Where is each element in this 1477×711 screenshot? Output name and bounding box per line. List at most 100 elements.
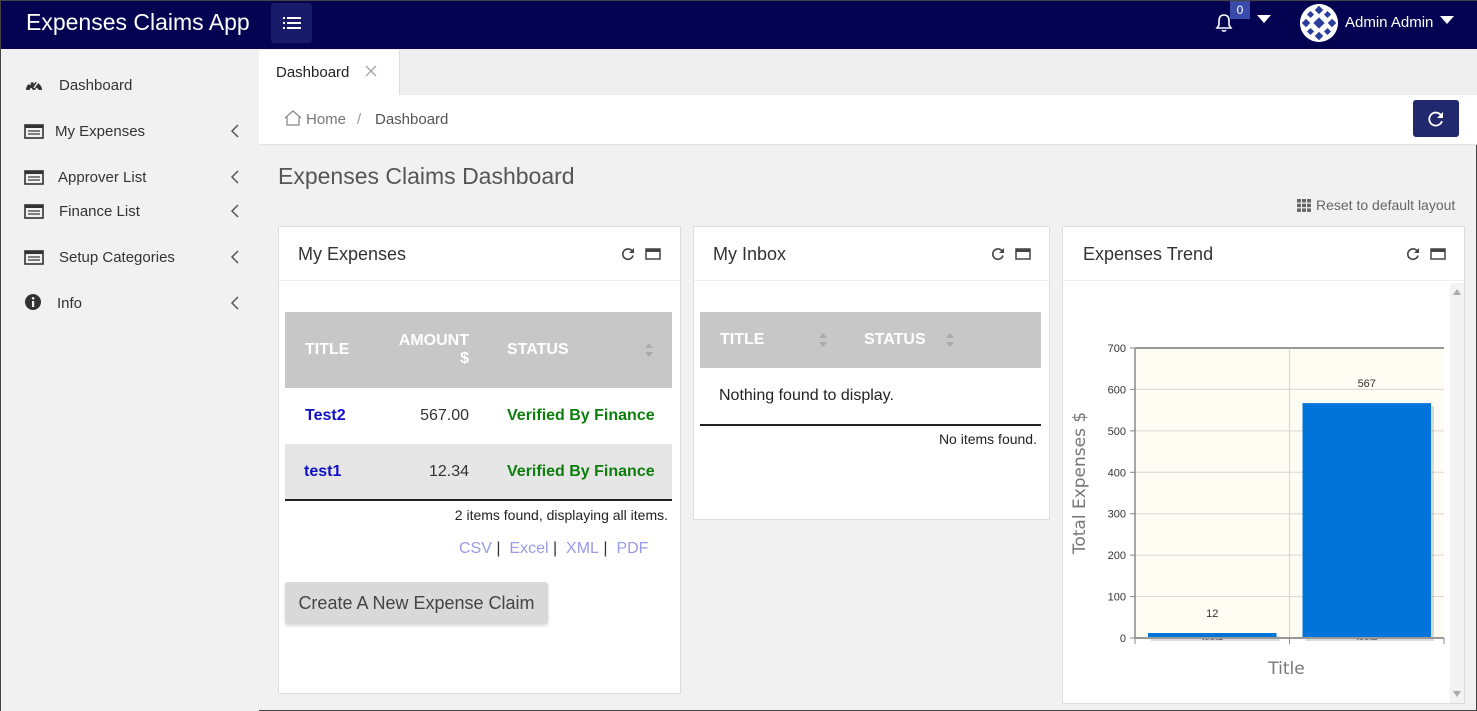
column-header-title[interactable]: TITLE — [700, 312, 844, 368]
chevron-left-icon — [230, 124, 239, 138]
data-label: 567 — [1358, 378, 1376, 390]
export-pdf-link[interactable]: PDF — [616, 540, 648, 557]
sidebar-item-label: Dashboard — [59, 76, 133, 94]
y-tick-label: 100 — [1108, 592, 1126, 604]
column-header-amount[interactable]: AMOUNT $ — [373, 312, 475, 388]
user-name[interactable]: Admin Admin — [1345, 14, 1433, 31]
data-label: 12 — [1206, 608, 1218, 620]
scroll-down-arrow-icon[interactable] — [1453, 691, 1461, 697]
expense-status: Verified By Finance — [507, 462, 655, 480]
export-separator: | — [598, 540, 617, 557]
list-icon — [24, 250, 44, 265]
tab-strip: Dashboard — [259, 49, 1477, 95]
app-title[interactable]: Expenses Claims App — [26, 9, 250, 36]
sidebar-item-label: Approver List — [58, 168, 147, 186]
breadcrumb-separator: / — [357, 111, 362, 128]
table-row[interactable]: Test2 567.00 Verified By Finance — [285, 388, 672, 444]
bar — [1302, 403, 1431, 638]
export-separator: | — [491, 540, 510, 557]
column-header-title[interactable]: TITLE — [285, 312, 373, 388]
notifications-dropdown-caret[interactable] — [1257, 15, 1271, 23]
reset-layout-link[interactable]: Reset to default layout — [1297, 197, 1455, 213]
breadcrumb-current: Dashboard — [375, 111, 449, 128]
sidebar-item-approver-list[interactable]: Approver List — [1, 162, 259, 192]
expense-amount: 567.00 — [420, 407, 469, 424]
refresh-icon[interactable] — [620, 246, 636, 262]
y-tick-label: 700 — [1108, 343, 1126, 355]
sidebar-item-info[interactable]: Info — [1, 288, 259, 318]
my-inbox-panel: My Inbox TITLE STATUS Nothing found to d… — [693, 226, 1050, 520]
sidebar-item-finance-list[interactable]: Finance List — [1, 196, 259, 226]
tab-label: Dashboard — [276, 64, 350, 81]
tab-dashboard[interactable]: Dashboard — [259, 50, 400, 95]
column-header-status[interactable]: STATUS — [475, 312, 672, 388]
close-icon[interactable] — [364, 64, 378, 78]
create-expense-claim-button[interactable]: Create A New Expense Claim — [285, 582, 548, 624]
column-header-title-label: TITLE — [720, 331, 765, 348]
sidebar-item-label: Info — [57, 294, 83, 312]
export-csv-link[interactable]: CSV — [459, 540, 492, 557]
expense-title-link[interactable]: test1 — [304, 463, 341, 480]
grid-icon — [1297, 198, 1311, 212]
x-axis-title: Title — [1267, 659, 1304, 679]
info-icon — [25, 294, 41, 310]
expense-status: Verified By Finance — [507, 407, 655, 424]
list-icon — [24, 204, 44, 219]
y-axis-title: Total Expenses $ — [1070, 412, 1090, 555]
reset-layout-label: Reset to default layout — [1316, 197, 1456, 213]
scroll-up-arrow-icon[interactable] — [1453, 289, 1461, 295]
refresh-button[interactable] — [1413, 100, 1459, 137]
home-icon[interactable] — [284, 109, 302, 127]
minimize-window-icon[interactable] — [1015, 246, 1031, 262]
minimize-window-icon[interactable] — [1430, 246, 1446, 262]
minimize-window-icon[interactable] — [645, 246, 661, 262]
panel-title: My Inbox — [713, 244, 787, 264]
top-bar: Expenses Claims App 0 Admin Admin — [1, 1, 1477, 49]
user-menu-caret[interactable] — [1440, 16, 1454, 24]
page-title: Expenses Claims Dashboard — [278, 163, 575, 189]
column-header-amount-line2: $ — [460, 350, 469, 367]
sidebar-item-dashboard[interactable]: Dashboard — [1, 70, 259, 100]
expenses-trend-panel: Expenses Trend 0100200300400500600700tes… — [1062, 226, 1465, 704]
refresh-icon[interactable] — [990, 246, 1006, 262]
breadcrumb-home-link[interactable]: Home — [306, 111, 346, 128]
column-header-status-label: STATUS — [864, 331, 926, 348]
table-row[interactable]: test1 12.34 Verified By Finance — [285, 444, 672, 500]
avatar[interactable] — [1300, 4, 1338, 42]
sort-icon — [819, 333, 827, 347]
breadcrumb: Home / Dashboard — [259, 95, 1477, 145]
panel-header: My Inbox — [694, 227, 1049, 281]
export-xml-link[interactable]: XML — [566, 540, 599, 557]
sidebar-item-my-expenses[interactable]: My Expenses — [1, 116, 259, 146]
sort-icon — [946, 333, 954, 347]
panel-header: Expenses Trend — [1063, 227, 1464, 281]
list-icon — [24, 124, 44, 139]
expense-title-link[interactable]: Test2 — [305, 407, 346, 424]
sidebar-item-label: Finance List — [59, 202, 140, 220]
panel-header: My Expenses — [279, 227, 680, 281]
table-row: Nothing found to display. — [700, 368, 1041, 425]
column-header-status[interactable]: STATUS — [844, 312, 1041, 368]
expenses-trend-chart: 0100200300400500600700test112test2567Tot… — [1070, 343, 1445, 679]
refresh-icon — [1428, 111, 1443, 126]
refresh-icon[interactable] — [1405, 246, 1421, 262]
my-expenses-panel: My Expenses TITLE AMOUNT $ STATUS Test2 … — [278, 226, 681, 694]
sidebar-item-setup-categories[interactable]: Setup Categories — [1, 242, 259, 272]
empty-message: Nothing found to display. — [719, 387, 894, 404]
chevron-left-icon — [230, 170, 239, 184]
menu-toggle-button[interactable] — [271, 3, 312, 43]
y-tick-label: 400 — [1108, 467, 1126, 479]
y-tick-label: 200 — [1108, 550, 1126, 562]
export-links: CSV | Excel | XML | PDF — [459, 540, 648, 558]
chart-scrollbar[interactable] — [1450, 283, 1464, 703]
table-summary: No items found. — [938, 431, 1037, 447]
export-separator: | — [548, 540, 567, 557]
dashboard-icon — [26, 81, 42, 90]
sidebar-item-label: Setup Categories — [59, 248, 175, 266]
panel-title: My Expenses — [298, 244, 407, 264]
notification-count-badge: 0 — [1230, 1, 1250, 19]
table-summary: 2 items found, displaying all items. — [454, 507, 668, 523]
sidebar: Dashboard My Expenses Approver List Fina… — [1, 49, 259, 711]
export-excel-link[interactable]: Excel — [509, 540, 548, 557]
y-tick-label: 500 — [1108, 426, 1126, 438]
